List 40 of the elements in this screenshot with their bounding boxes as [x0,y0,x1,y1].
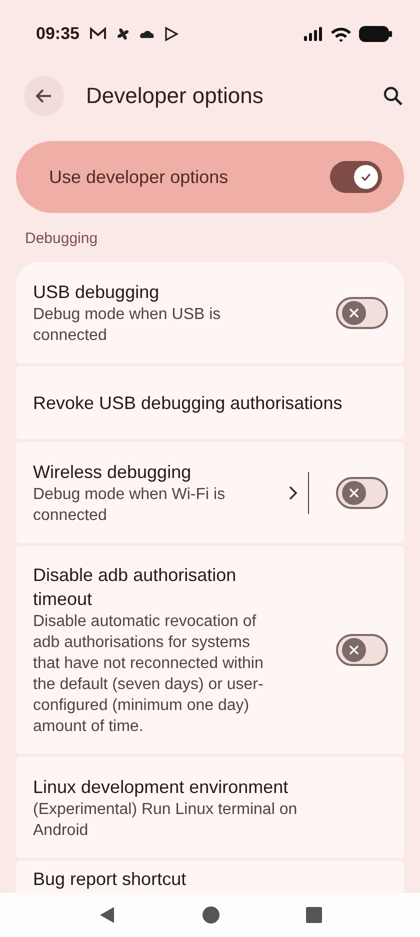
toggle-switch[interactable] [336,296,388,329]
item-title: Disable adb authorisation timeout [33,564,238,612]
cloud-icon [139,28,156,40]
settings-item[interactable] [16,546,404,754]
item-title: Bug report shortcut [33,868,188,892]
settings-item[interactable]: USB debugging Debug mode when USB is connected [16,262,404,364]
back-nav-icon[interactable] [98,906,116,924]
item-description: Debug mode when USB is connected [33,304,222,346]
item-description: Debug mode when Wi-Fi is connected [33,484,226,526]
master-switch-bar[interactable]: Use developer options [16,141,404,213]
page-title: Developer options [86,83,264,109]
item-title: Revoke USB debugging authorisations [33,392,344,415]
back-button[interactable] [24,76,64,116]
signal-icon [303,27,323,41]
home-nav-icon[interactable] [202,906,220,924]
search-icon[interactable] [382,85,404,107]
master-switch-label: Use developer options [49,166,228,188]
close-icon [348,306,360,319]
settings-item[interactable]: Bug report shortcut [16,861,404,893]
mail-icon [89,27,108,41]
toggle-switch[interactable] [336,634,388,666]
status-time: 09:35 [36,24,80,44]
item-description: Disable automatic revocation of adb authorisations for systems that have not reconnected within the default (seven days) or user-configured (minimum one day) amount of time. [33,612,264,738]
item-title: USB debugging [33,280,160,304]
wifi-icon [331,26,351,42]
item-title: Wireless debugging [33,460,192,484]
fan-icon [115,26,132,42]
settings-item[interactable]: Linux development environment (Experimental) Run Linux terminal on Android [16,757,404,858]
battery-icon [359,26,392,42]
close-icon [348,486,360,499]
item-title: Linux development environment [33,776,290,799]
item-description: (Experimental) Run Linux terminal on Android [33,800,298,841]
close-icon [348,644,360,656]
settings-item[interactable]: Revoke USB debugging authorisations [16,366,404,440]
section-heading: Debugging [24,229,99,249]
toggle-switch[interactable] [330,161,382,193]
play-store-icon [163,26,180,42]
toggle-switch[interactable] [336,476,388,509]
settings-item[interactable]: Wireless debugging Debug mode when Wi-Fi is connected [16,442,404,544]
chevron-right-icon [288,484,298,501]
